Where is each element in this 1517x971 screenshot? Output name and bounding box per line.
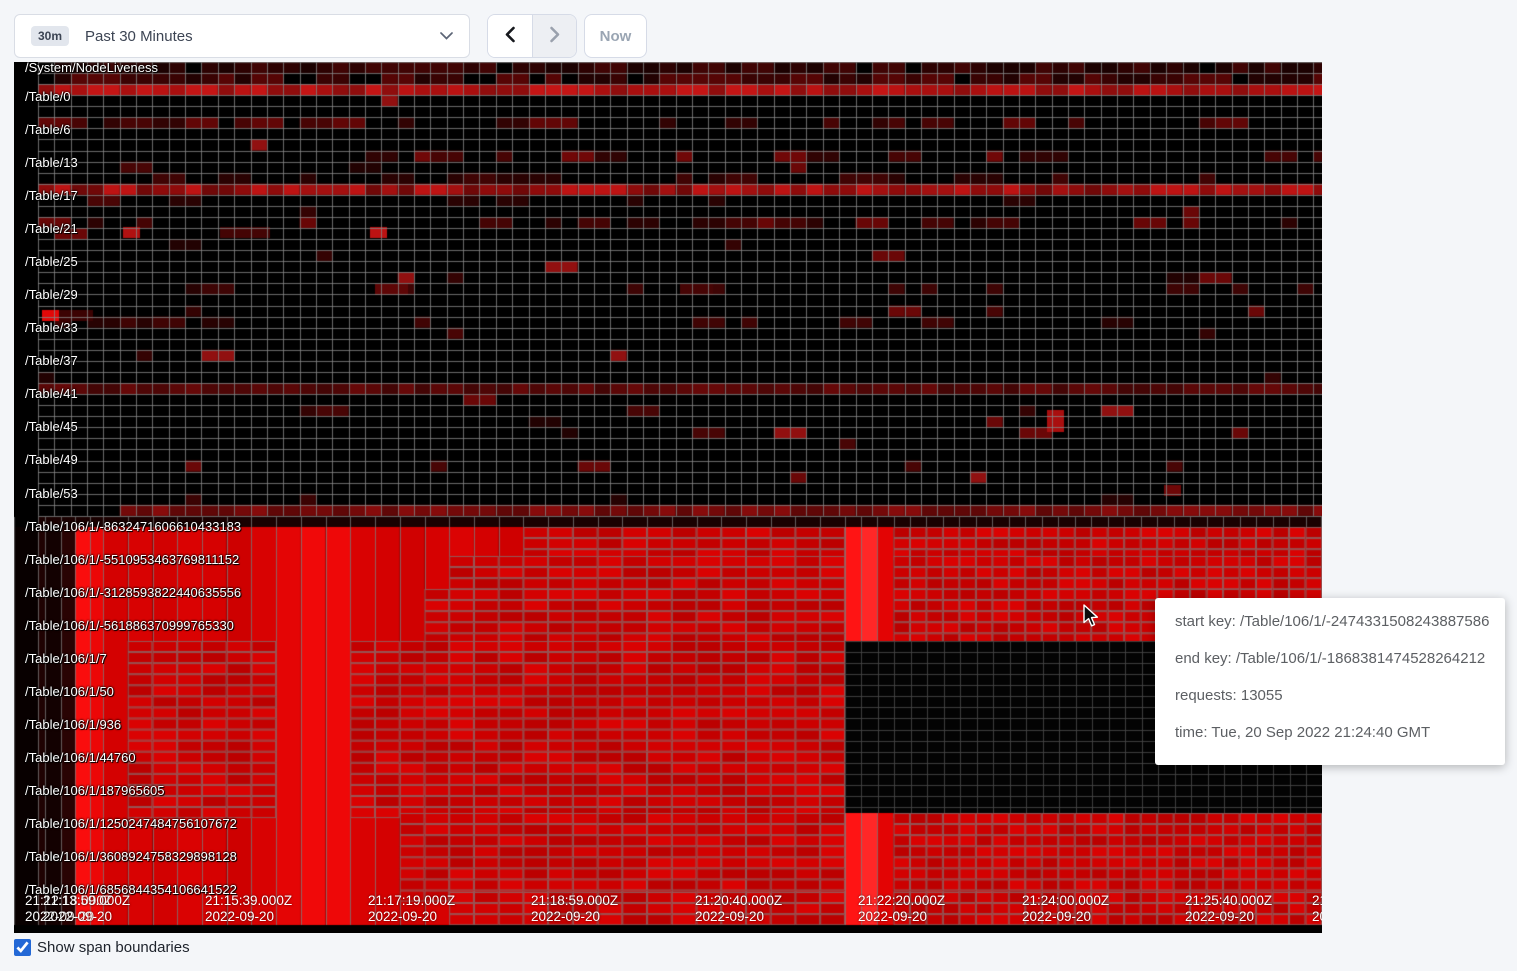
key-visualizer: /System/NodeLiveness/Table/0/Table/6/Tab…: [14, 62, 1322, 933]
prev-button[interactable]: [488, 15, 532, 57]
span-boundaries-label: Show span boundaries: [37, 939, 190, 956]
chevron-right-icon: [548, 26, 562, 46]
now-button[interactable]: Now: [584, 14, 647, 58]
key-visualizer-page: 30m Past 30 Minutes Now /System/NodeLive…: [0, 0, 1517, 971]
tooltip-end-key: end key: /Table/106/1/-18683814745282642…: [1175, 651, 1485, 667]
chevron-down-icon: [440, 32, 453, 40]
hover-tooltip: start key: /Table/106/1/-247433150824388…: [1155, 598, 1505, 765]
tooltip-time: time: Tue, 20 Sep 2022 21:24:40 GMT: [1175, 725, 1485, 741]
footer: Show span boundaries: [14, 939, 190, 956]
duration-badge: 30m: [31, 26, 69, 46]
tooltip-requests: requests: 13055: [1175, 688, 1485, 704]
keyspace-heatmap[interactable]: [14, 62, 1322, 933]
span-boundaries-checkbox[interactable]: [14, 939, 31, 956]
tooltip-start-key: start key: /Table/106/1/-247433150824388…: [1175, 614, 1485, 630]
time-range-dropdown[interactable]: 30m Past 30 Minutes: [14, 14, 470, 58]
next-button[interactable]: [532, 15, 576, 57]
duration-label: Past 30 Minutes: [85, 28, 440, 45]
chevron-left-icon: [503, 26, 517, 46]
time-nav-group: [487, 14, 577, 58]
